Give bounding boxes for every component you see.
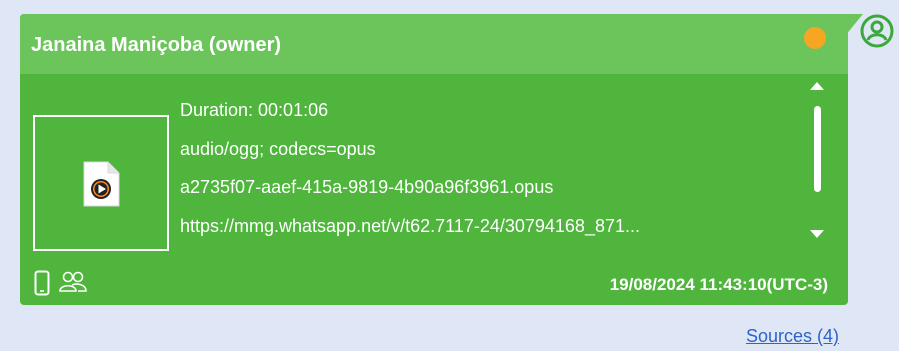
audio-file-play-icon (83, 161, 120, 207)
sources-link[interactable]: Sources (4) (746, 326, 839, 347)
attachment-url: https://mmg.whatsapp.net/v/t62.7117-24/3… (180, 216, 640, 236)
attachment-filename: a2735f07-aaef-415a-9819-4b90a96f3961.opu… (180, 177, 554, 197)
mobile-device-icon (34, 270, 50, 296)
message-timestamp: 19/08/2024 11:43:10(UTC-3) (609, 275, 828, 294)
status-indicator (804, 27, 826, 49)
scroll-up-arrow-icon[interactable] (810, 82, 824, 90)
user-avatar-icon[interactable] (860, 14, 894, 48)
scrollbar-thumb[interactable] (814, 106, 821, 192)
attachment-duration: Duration: 00:01:06 (180, 100, 329, 120)
attachment-thumbnail[interactable] (33, 115, 169, 251)
sender-name: Janaina Maniçoba (owner) (31, 34, 282, 56)
message-bubble[interactable]: Janaina Maniçoba (owner) Duration: 00:01… (20, 14, 848, 305)
group-icon (59, 271, 87, 292)
scroll-down-arrow-icon[interactable] (810, 230, 824, 238)
attachment-mime-type: audio/ogg; codecs=opus (180, 139, 376, 159)
